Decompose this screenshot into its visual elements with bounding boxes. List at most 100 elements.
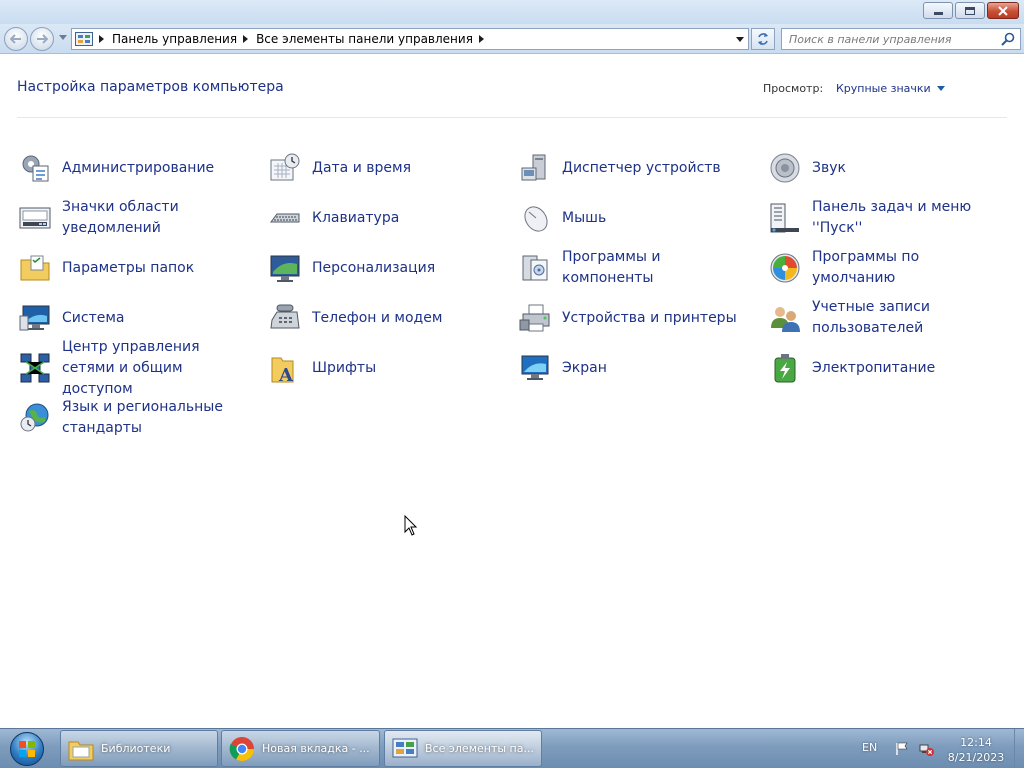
refresh-button[interactable] — [751, 28, 775, 50]
item-sound[interactable]: Звук — [767, 143, 1017, 193]
view-mode-dropdown[interactable]: Крупные значки — [836, 82, 945, 95]
back-button[interactable] — [4, 27, 28, 51]
flag-icon[interactable] — [894, 741, 910, 757]
item-label: Шрифты — [312, 359, 377, 376]
item-mouse[interactable]: Мышь — [517, 193, 767, 243]
control-panel-icon — [75, 32, 93, 46]
item-label: Центр управления сетями и общим доступом — [62, 338, 200, 397]
region-language-icon — [17, 400, 53, 436]
item-label: Параметры папок — [62, 259, 195, 276]
phone-modem-icon — [267, 300, 303, 336]
item-label: Устройства и принтеры — [562, 309, 737, 326]
page-title: Настройка параметров компьютера — [17, 79, 284, 95]
item-notification-area-icons[interactable]: Значки области уведомлений — [17, 193, 267, 243]
power-options-icon — [767, 350, 803, 386]
notification-area-icon — [17, 200, 53, 236]
item-label: Электропитание — [812, 359, 936, 376]
mouse-icon — [517, 200, 553, 236]
item-user-accounts[interactable]: Учетные записи пользователей — [767, 293, 1017, 343]
search-input[interactable] — [782, 30, 1000, 48]
refresh-icon — [758, 33, 768, 45]
display-icon — [517, 350, 553, 386]
taskbar-item-libraries[interactable]: Библиотеки — [60, 730, 218, 767]
item-display[interactable]: Экран — [517, 343, 767, 393]
close-icon — [998, 5, 1008, 16]
close-button[interactable] — [987, 2, 1019, 19]
breadcrumb-separator-icon[interactable] — [478, 35, 484, 43]
item-label: Язык и региональные стандарты — [62, 399, 223, 436]
forward-button[interactable] — [30, 27, 54, 51]
printer-icon — [517, 300, 553, 336]
header-divider — [17, 117, 1007, 118]
taskbar-item-label: Библиотеки — [101, 742, 171, 755]
item-region-language[interactable]: Язык и региональные стандарты — [17, 393, 267, 443]
item-label: Администрирование — [62, 159, 215, 176]
network-disconnected-icon[interactable] — [918, 741, 934, 757]
item-devices-printers[interactable]: Устройства и принтеры — [517, 293, 767, 343]
minimize-button[interactable] — [923, 2, 953, 19]
breadcrumb-separator-icon[interactable] — [99, 35, 104, 43]
breadcrumb-separator-icon[interactable] — [243, 35, 249, 43]
item-label: Экран — [562, 359, 607, 376]
mouse-cursor-icon — [404, 515, 418, 536]
item-label: Мышь — [562, 209, 607, 226]
clock[interactable]: 12:14 8/21/2023 — [944, 735, 1008, 765]
item-label: Значки области уведомлений — [62, 199, 179, 236]
default-programs-icon — [767, 250, 803, 286]
item-network-sharing-center[interactable]: Центр управления сетями и общим доступом — [17, 339, 267, 397]
start-button[interactable] — [4, 730, 50, 768]
item-label: Программы и компоненты — [562, 249, 661, 286]
control-panel-items: Администрирование Дата и время Диспетчер… — [17, 143, 1017, 443]
item-date-time[interactable]: Дата и время — [267, 143, 517, 193]
item-personalization[interactable]: Персонализация — [267, 243, 517, 293]
restore-icon — [965, 6, 975, 15]
item-power-options[interactable]: Электропитание — [767, 343, 1017, 393]
item-label: Программы по умолчанию — [812, 249, 920, 286]
taskbar: Библиотеки Новая вкладка - ... Все элеме… — [0, 728, 1024, 768]
item-label: Телефон и модем — [312, 309, 443, 326]
item-label: Дата и время — [312, 159, 411, 176]
user-accounts-icon — [767, 300, 803, 336]
item-keyboard[interactable]: Клавиатура — [267, 193, 517, 243]
show-desktop-button[interactable] — [1014, 729, 1024, 768]
breadcrumb-control-panel[interactable]: Панель управления — [112, 32, 237, 46]
taskbar-item-control-panel[interactable]: Все элементы па... — [384, 730, 542, 767]
view-mode-value: Крупные значки — [836, 82, 931, 95]
speaker-icon — [767, 150, 803, 186]
item-label: Учетные записи пользователей — [812, 299, 930, 336]
programs-features-icon — [517, 250, 553, 286]
title-bar — [0, 0, 1024, 24]
item-default-programs[interactable]: Программы по умолчанию — [767, 243, 1017, 293]
window-controls — [923, 2, 1019, 19]
system-icon — [17, 300, 53, 336]
breadcrumb-all-items[interactable]: Все элементы панели управления — [256, 32, 473, 46]
control-panel-icon — [392, 738, 418, 757]
language-indicator[interactable]: EN — [862, 741, 877, 754]
item-programs-features[interactable]: Программы и компоненты — [517, 243, 767, 293]
item-label: Система — [62, 309, 125, 326]
clock-time: 12:14 — [960, 736, 992, 749]
clock-date: 8/21/2023 — [947, 751, 1005, 764]
address-bar[interactable]: Панель управления Все элементы панели уп… — [71, 28, 749, 50]
admin-tools-icon — [17, 150, 53, 186]
item-fonts[interactable]: A Шрифты — [267, 343, 517, 393]
recent-pages-dropdown-icon[interactable] — [59, 35, 67, 40]
maximize-button[interactable] — [955, 2, 985, 19]
keyboard-icon — [267, 200, 303, 236]
item-taskbar-start-menu[interactable]: Панель задач и меню ''Пуск'' — [767, 193, 1017, 243]
calendar-clock-icon — [267, 150, 303, 186]
item-label: Звук — [812, 159, 846, 176]
back-arrow-icon — [10, 34, 21, 44]
item-folder-options[interactable]: Параметры папок — [17, 243, 267, 293]
item-system[interactable]: Система — [17, 293, 267, 343]
item-device-manager[interactable]: Диспетчер устройств — [517, 143, 767, 193]
personalization-icon — [267, 250, 303, 286]
address-history-dropdown-icon[interactable] — [736, 37, 744, 42]
search-icon[interactable] — [1000, 31, 1016, 47]
forward-arrow-icon — [37, 34, 48, 44]
item-administration[interactable]: Администрирование — [17, 143, 267, 193]
search-box — [781, 28, 1021, 50]
chevron-down-icon — [936, 86, 945, 91]
taskbar-item-chrome[interactable]: Новая вкладка - ... — [221, 730, 380, 767]
item-phone-modem[interactable]: Телефон и модем — [267, 293, 517, 343]
